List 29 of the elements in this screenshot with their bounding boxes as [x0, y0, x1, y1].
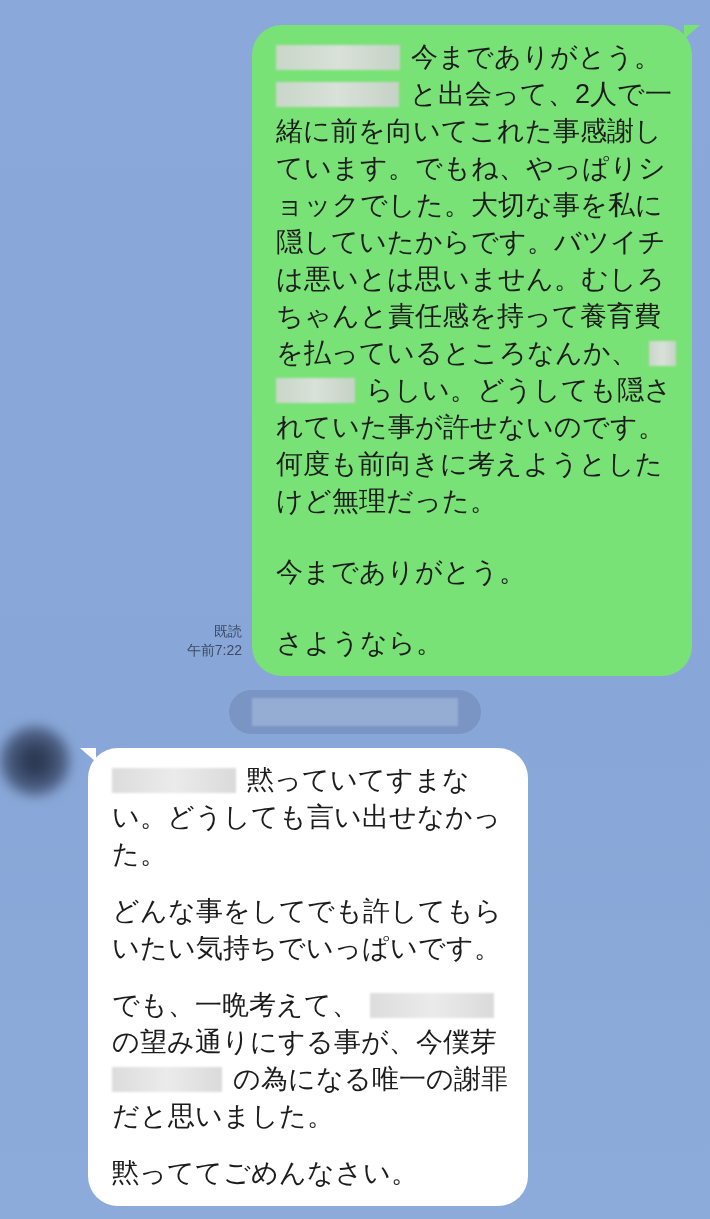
message-text: いたい気持ちでいっぱいです。 [112, 932, 501, 965]
avatar [0, 726, 70, 796]
message-text: けど無理だった。 [276, 485, 497, 518]
message-text: 隠していたからです。バツイチ [276, 226, 666, 259]
message-text: でも、一晩考えて、 [112, 989, 359, 1022]
message-text: ています。でもね、やっぱりシ [276, 152, 666, 185]
message-text: た。 [112, 838, 167, 871]
message-time: 午前7:22 [186, 641, 242, 660]
message-text: 今までありがとう。 [411, 41, 661, 74]
message-text: 何度も前向きに考えようとした [276, 448, 663, 481]
message-text: 黙っててごめんなさい。 [112, 1157, 418, 1190]
message-text: の望み通りにする事が、今僕芽 [112, 1026, 497, 1059]
message-text: ちゃんと責任感を持って養育費 [276, 300, 661, 333]
message-text: ョックでした。大切な事を私に [276, 189, 663, 222]
message-text: と出会って、2人で一 [409, 78, 672, 111]
message-text: どんな事をしてでも許してもら [112, 895, 502, 928]
message-text: 今までありがとう。 [276, 556, 526, 589]
message-text: だと思いました。 [112, 1100, 334, 1133]
message-text: らしい。どうしても隠さ [366, 374, 672, 407]
message-text: 緒に前を向いてこれた事感謝し [276, 115, 662, 148]
message-text: を払っているところなんか、 [276, 337, 638, 370]
message-text: い。どうしても言い出せなかっ [112, 801, 501, 834]
message-text: の為になる唯一の謝罪 [233, 1063, 508, 1096]
redacted-block [648, 340, 676, 367]
read-receipt: 既読 [214, 622, 242, 641]
message-text: は悪いとは思いません。むしろ [276, 263, 665, 296]
message-text: れていた事が許せないのです。 [276, 411, 665, 444]
message-text: 黙っていてすまな [247, 764, 470, 797]
message-text: さようなら。 [276, 627, 443, 660]
